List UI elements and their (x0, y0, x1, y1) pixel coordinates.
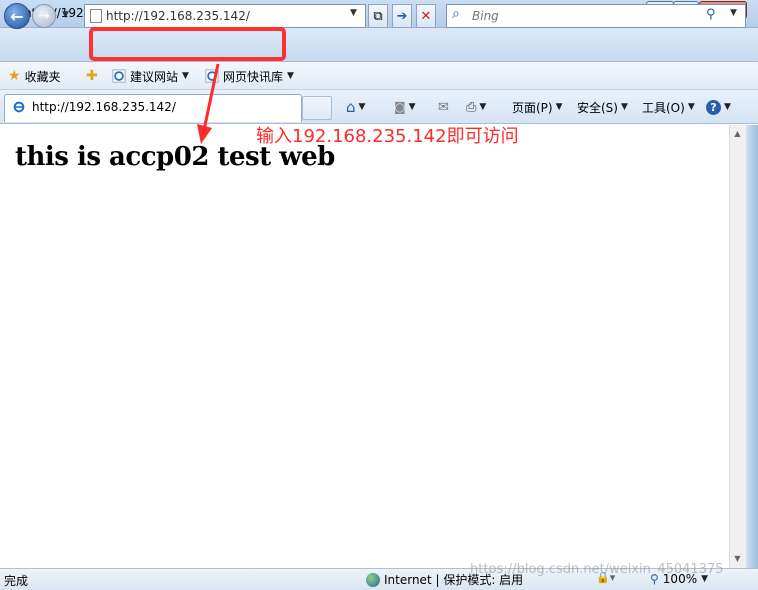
compatibility-view-icon[interactable]: ⧉ (368, 4, 388, 28)
home-button[interactable]: ⌂ ▼ (346, 97, 365, 117)
rss-feed-icon: ◙ (394, 100, 406, 114)
forward-button[interactable]: → (32, 4, 56, 28)
read-mail-button[interactable]: ✉ (438, 97, 449, 117)
chevron-down-icon: ▼ (687, 102, 695, 112)
help-button[interactable]: ? ▼ (706, 97, 731, 117)
stop-button[interactable]: ✕ (416, 4, 436, 28)
internet-globe-icon (366, 572, 380, 587)
page-menu-label: 页面(P) (512, 100, 553, 115)
tab-label: http://192.168.235.142/ (32, 100, 176, 114)
recent-pages-dropdown-icon[interactable]: ▼ (62, 10, 72, 20)
add-favorite-star-icon: ✚ (86, 68, 98, 84)
new-tab-button[interactable] (302, 96, 332, 120)
search-options-dropdown-icon[interactable]: ▼ (730, 8, 737, 18)
search-magnifier-icon: ⌕ (452, 6, 460, 22)
add-to-favorites-bar-button[interactable]: ✚ (86, 66, 98, 86)
favorites-star-icon: ★ (8, 68, 21, 84)
tools-menu-label: 工具(O) (642, 100, 685, 115)
search-input[interactable] (472, 7, 692, 25)
annotation-arrow-icon (197, 63, 220, 144)
suggested-sites-link[interactable]: 建议网站 ▼ (112, 66, 189, 86)
help-icon: ? (706, 99, 721, 115)
status-text: 完成 (4, 574, 29, 588)
scroll-up-arrow-icon[interactable]: ▲ (729, 126, 746, 142)
window-frame-edge (746, 125, 758, 590)
ie-page-icon (112, 69, 126, 83)
chevron-down-icon: ▼ (555, 102, 563, 112)
watermark: https://blog.csdn.net/weixin_45041375 (470, 562, 724, 577)
feeds-button[interactable]: ◙ ▼ (394, 97, 416, 117)
scroll-down-arrow-icon[interactable]: ▼ (729, 551, 746, 567)
chevron-down-icon: ▼ (479, 102, 487, 112)
go-button[interactable]: ➔ (392, 4, 412, 28)
annotation-text: 输入192.168.235.142即可访问 (256, 126, 519, 147)
safety-menu-button[interactable]: 安全(S) ▼ (577, 97, 628, 117)
web-slice-label: 网页快讯库 (223, 69, 284, 84)
chevron-down-icon: ▼ (182, 71, 189, 81)
favorites-button[interactable]: ★ 收藏夹 (8, 66, 61, 86)
favorites-label: 收藏夹 (24, 69, 61, 84)
printer-icon: ⎙ (466, 99, 477, 115)
safety-menu-label: 安全(S) (577, 100, 618, 115)
address-input[interactable] (106, 7, 346, 25)
chevron-down-icon: ▼ (358, 102, 366, 112)
page-content (0, 125, 746, 568)
mail-icon: ✉ (438, 99, 449, 115)
search-go-icon[interactable]: ⚲ (706, 7, 716, 22)
ie-tab-icon (13, 101, 25, 113)
chevron-down-icon: ▼ (287, 71, 294, 81)
back-button[interactable]: ← (4, 3, 30, 29)
vertical-scrollbar[interactable] (729, 125, 746, 568)
tools-menu-button[interactable]: 工具(O) ▼ (642, 97, 695, 117)
home-icon: ⌂ (346, 98, 356, 116)
address-dropdown-icon[interactable]: ▼ (350, 8, 357, 18)
page-icon (90, 9, 102, 23)
page-menu-button[interactable]: 页面(P) ▼ (512, 97, 563, 117)
suggested-sites-label: 建议网站 (130, 69, 179, 84)
chevron-down-icon: ▼ (408, 102, 416, 112)
annotation-highlight-box (89, 27, 286, 61)
chevron-down-icon: ▼ (620, 102, 628, 112)
chevron-down-icon: ▼ (724, 102, 731, 112)
print-button[interactable]: ⎙ ▼ (466, 97, 486, 117)
